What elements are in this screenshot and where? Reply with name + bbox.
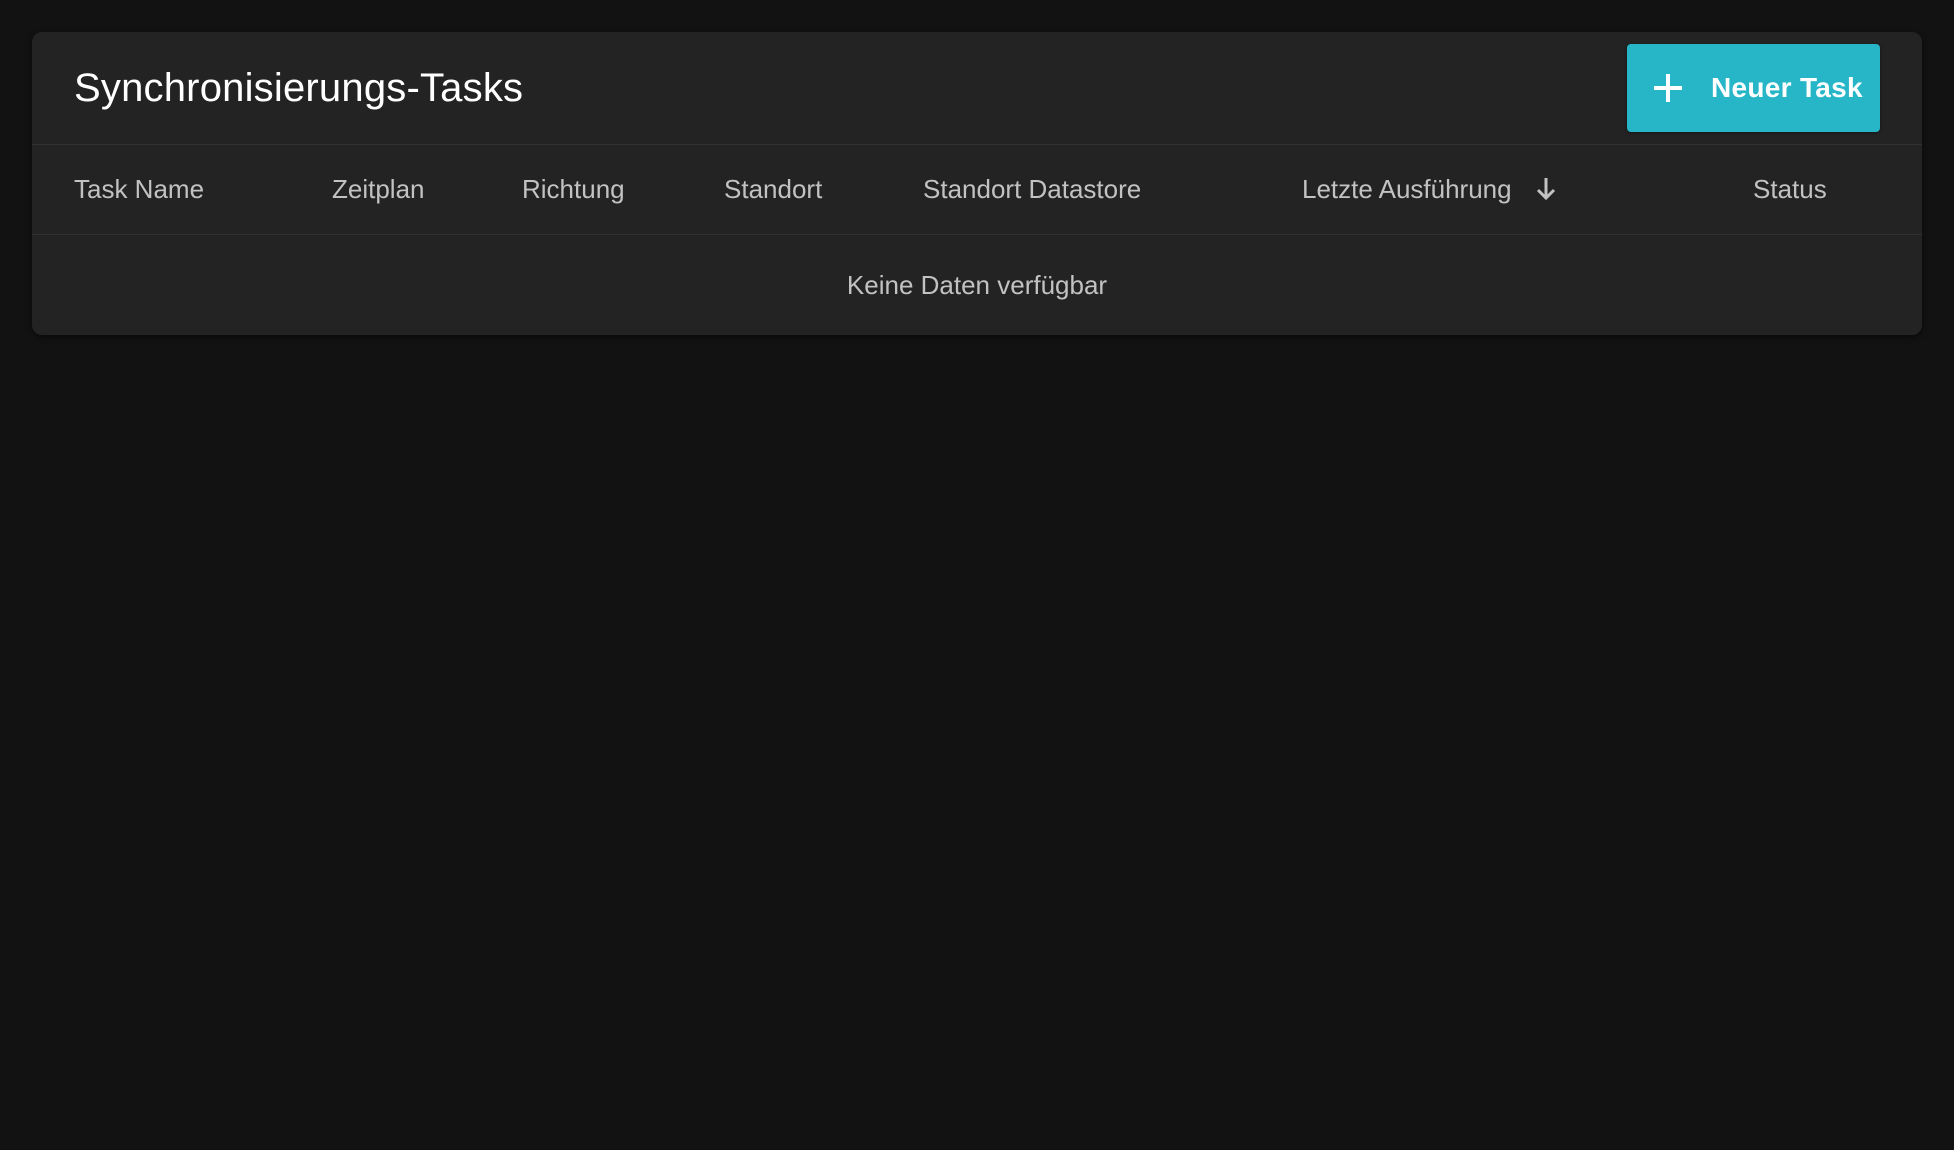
column-header-standort[interactable]: Standort <box>724 145 822 234</box>
column-header-standort-datastore[interactable]: Standort Datastore <box>923 145 1141 234</box>
table-header-row: Task Name Zeitplan Richtung Standort Sta… <box>32 145 1922 235</box>
arrow-down-icon[interactable] <box>1534 176 1558 202</box>
plus-icon <box>1653 73 1683 103</box>
sync-tasks-panel: Synchronisierungs-Tasks Neuer Task Task … <box>32 32 1922 335</box>
new-task-button[interactable]: Neuer Task <box>1627 44 1880 132</box>
empty-table-message: Keine Daten verfügbar <box>846 270 1108 300</box>
column-header-richtung[interactable]: Richtung <box>522 145 625 234</box>
column-header-task-name[interactable]: Task Name <box>74 145 204 234</box>
column-header-zeitplan[interactable]: Zeitplan <box>332 145 425 234</box>
page-title: Synchronisierungs-Tasks <box>74 66 524 110</box>
column-header-letzte-ausfuehrung[interactable]: Letzte Ausführung <box>1302 145 1512 234</box>
new-task-button-label: Neuer Task <box>1711 72 1863 103</box>
column-header-status[interactable]: Status <box>1753 145 1827 234</box>
panel-header: Synchronisierungs-Tasks Neuer Task <box>32 32 1922 145</box>
